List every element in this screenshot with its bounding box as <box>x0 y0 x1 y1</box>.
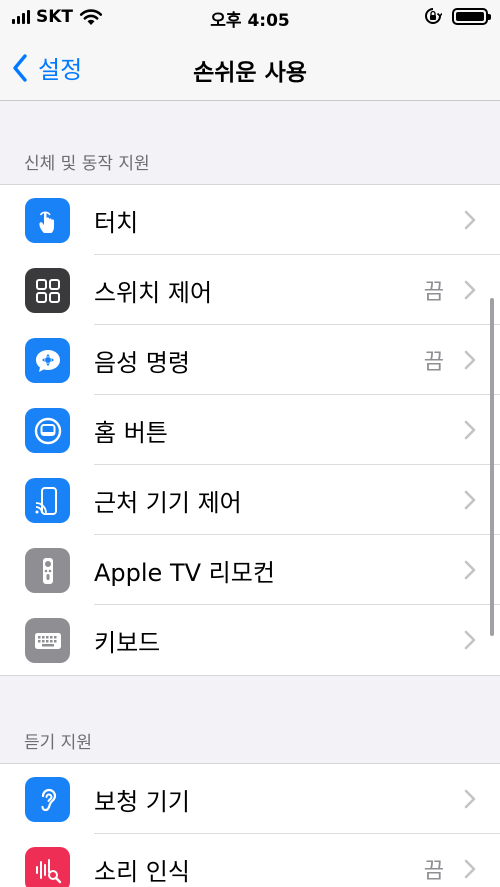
settings-group-physical-motor: 터치 스위치 제어 끔 음성 명령 끔 홈 버튼 근처 기기 제어 Apple … <box>0 184 500 676</box>
chevron-right-icon <box>464 859 476 879</box>
row-home-button[interactable]: 홈 버튼 <box>0 395 500 465</box>
row-label: 터치 <box>94 208 139 237</box>
status-right <box>424 7 491 25</box>
chevron-right-icon <box>464 560 476 580</box>
chevron-right-icon <box>464 490 476 510</box>
page-title: 손쉬운 사용 <box>193 60 307 86</box>
status-bar: SKT 오후 4:05 <box>0 0 500 36</box>
home-button-icon <box>25 408 70 453</box>
hand-touch-icon <box>25 198 70 243</box>
sound-recognition-icon <box>25 847 70 887</box>
settings-group-hearing: 보청 기기 소리 인식 끔 <box>0 763 500 887</box>
row-label: Apple TV 리모컨 <box>94 558 275 587</box>
hearing-ear-icon <box>25 777 70 822</box>
chevron-right-icon <box>464 789 476 809</box>
row-label: 근처 기기 제어 <box>94 488 242 517</box>
chevron-right-icon <box>464 630 476 650</box>
row-label: 키보드 <box>94 628 161 657</box>
row-touch[interactable]: 터치 <box>0 185 500 255</box>
row-label: 스위치 제어 <box>94 278 213 307</box>
battery-icon <box>452 7 491 25</box>
chevron-right-icon <box>464 280 476 300</box>
row-apple-tv-remote[interactable]: Apple TV 리모컨 <box>0 535 500 605</box>
nearby-devices-icon <box>25 478 70 523</box>
chevron-right-icon <box>464 350 476 370</box>
keyboard-icon <box>25 618 70 663</box>
section-header-hearing: 듣기 지원 <box>24 733 92 753</box>
row-value: 끔 <box>423 280 444 305</box>
voice-control-icon <box>25 338 70 383</box>
navigation-bar: 설정 손쉬운 사용 <box>0 36 500 101</box>
row-nearby-device-control[interactable]: 근처 기기 제어 <box>0 465 500 535</box>
scroll-indicator[interactable] <box>490 298 494 636</box>
row-voice-control[interactable]: 음성 명령 끔 <box>0 325 500 395</box>
row-switch-control[interactable]: 스위치 제어 끔 <box>0 255 500 325</box>
chevron-right-icon <box>464 420 476 440</box>
row-value: 끔 <box>423 859 444 884</box>
row-value: 끔 <box>423 350 444 375</box>
rotation-lock-icon <box>425 8 442 24</box>
row-sound-recognition[interactable]: 소리 인식 끔 <box>0 834 500 887</box>
switch-control-icon <box>25 268 70 313</box>
chevron-right-icon <box>464 210 476 230</box>
row-label: 홈 버튼 <box>94 418 168 447</box>
tv-remote-icon <box>25 548 70 593</box>
row-hearing-devices[interactable]: 보청 기기 <box>0 764 500 834</box>
row-label: 보청 기기 <box>94 787 190 816</box>
row-keyboard[interactable]: 키보드 <box>0 605 500 675</box>
row-label: 음성 명령 <box>94 348 190 377</box>
section-header-physical-motor: 신체 및 동작 지원 <box>24 154 150 174</box>
row-label: 소리 인식 <box>94 857 190 886</box>
